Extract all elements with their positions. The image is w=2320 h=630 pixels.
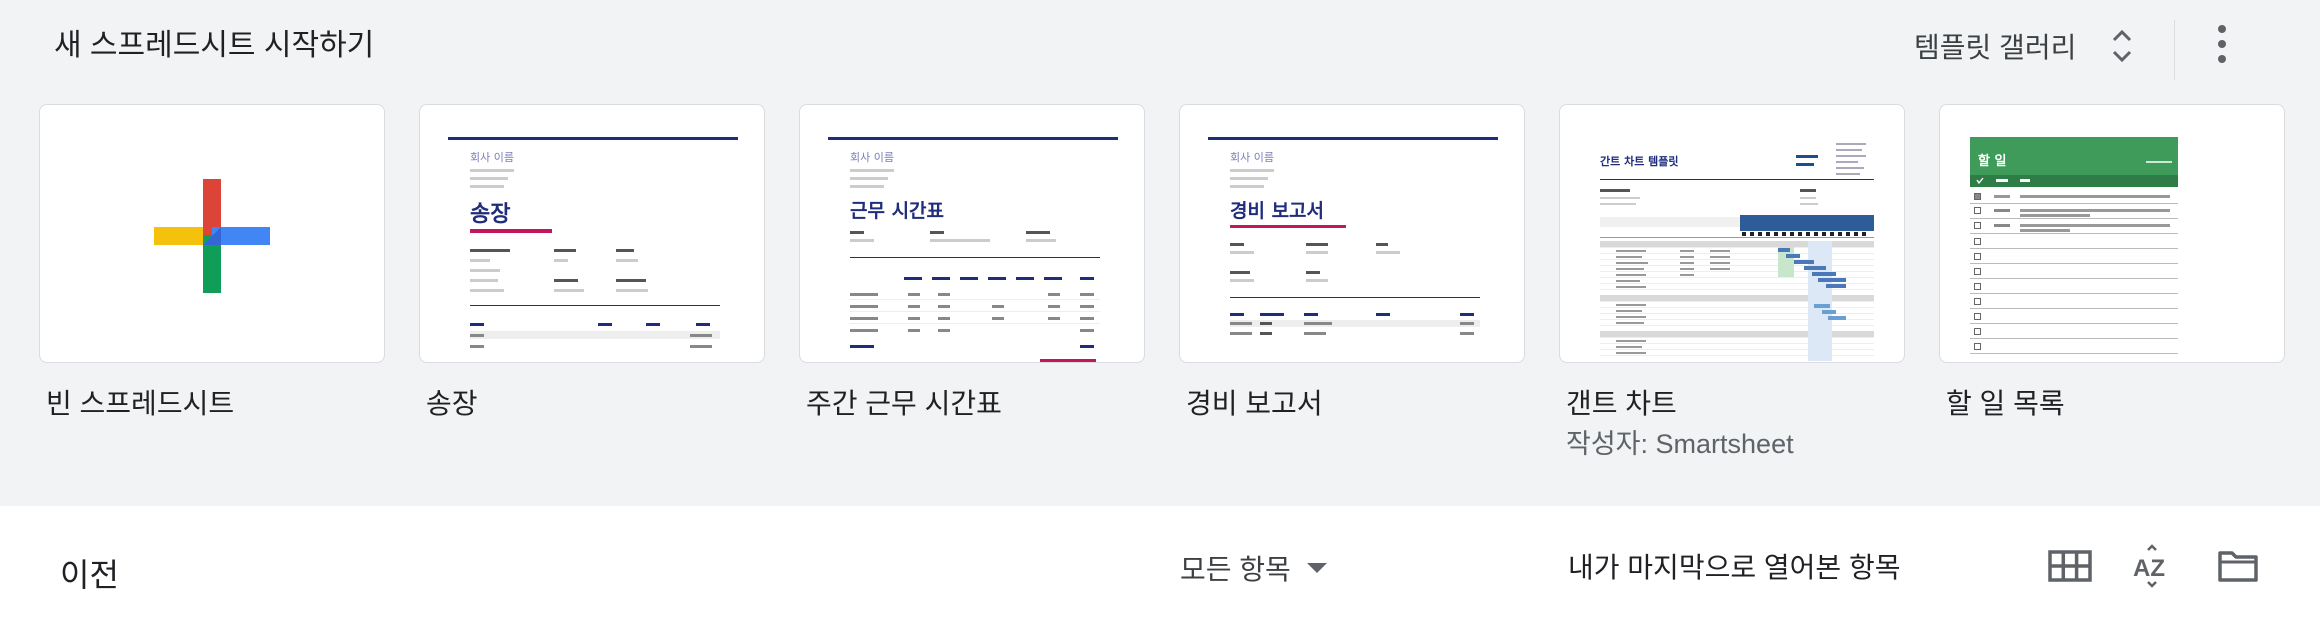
template-card-todo[interactable]: 할 일 <box>1939 104 2285 363</box>
template-label-gantt[interactable]: 갠트 차트 <box>1566 382 1677 422</box>
grid-view-icon[interactable] <box>2046 542 2094 590</box>
thumb-company: 회사 이름 <box>850 151 894 164</box>
template-gallery-label: 템플릿 갤러리 <box>1914 32 2077 63</box>
template-card-gantt[interactable]: 간트 차트 템플릿 <box>1559 104 1905 363</box>
template-gallery-button[interactable]: 템플릿 갤러리 <box>1914 20 2134 72</box>
template-card-expense[interactable]: 회사 이름 경비 보고서 <box>1179 104 1525 363</box>
thumb-timesheet-title: 근무 시간표 <box>850 200 944 222</box>
template-card-blank[interactable] <box>39 104 385 363</box>
thumb-gantt-title: 간트 차트 템플릿 <box>1600 154 1679 168</box>
dropdown-arrow-icon <box>1306 563 1327 573</box>
template-label-timesheet[interactable]: 주간 근무 시간표 <box>806 382 1002 422</box>
thumb-company: 회사 이름 <box>470 151 514 164</box>
owner-filter-dropdown[interactable]: 모든 항목 <box>1180 546 1327 590</box>
invoice-thumbnail: 회사 이름 송장 <box>448 137 738 348</box>
svg-text:AZ: AZ <box>2133 555 2165 582</box>
template-card-invoice[interactable]: 회사 이름 송장 <box>419 104 765 363</box>
template-section: 새 스프레드시트 시작하기 템플릿 갤러리 회사 이름 송장 회사 이름 근무 … <box>0 0 2320 506</box>
recent-section-title: 이전 <box>60 557 119 593</box>
timesheet-thumbnail: 회사 이름 근무 시간표 <box>828 137 1118 362</box>
section-title: 새 스프레드시트 시작하기 <box>54 29 375 62</box>
unfold-icon <box>2113 29 2132 63</box>
header-divider <box>2174 20 2175 80</box>
thumb-expense-title: 경비 보고서 <box>1230 200 1324 222</box>
thumb-company: 회사 이름 <box>1230 151 1274 164</box>
template-label-blank[interactable]: 빈 스프레드시트 <box>46 382 234 422</box>
thumb-todo-title: 할 일 <box>1978 153 2006 169</box>
template-card-timesheet[interactable]: 회사 이름 근무 시간표 <box>799 104 1145 363</box>
thumb-invoice-title: 송장 <box>470 202 510 227</box>
sort-last-opened-button[interactable]: 내가 마지막으로 열어본 항목 <box>1568 546 1900 590</box>
plus-icon <box>154 179 270 293</box>
template-author-gantt: 작성자: Smartsheet <box>1566 429 1794 459</box>
gantt-thumbnail: 간트 차트 템플릿 <box>1600 143 1874 361</box>
expense-thumbnail: 회사 이름 경비 보고서 <box>1208 137 1498 335</box>
template-label-invoice[interactable]: 송장 <box>426 382 478 422</box>
todo-thumbnail: 할 일 <box>1970 137 2178 354</box>
template-label-todo[interactable]: 할 일 목록 <box>1946 382 2065 422</box>
template-label-expense[interactable]: 경비 보고서 <box>1186 382 1323 422</box>
more-vert-icon[interactable] <box>2204 18 2240 70</box>
owner-filter-label: 모든 항목 <box>1180 554 1291 585</box>
recent-section: 이전 모든 항목 내가 마지막으로 열어본 항목 AZ <box>0 506 2320 630</box>
folder-icon[interactable] <box>2214 542 2262 590</box>
sort-az-icon[interactable]: AZ <box>2128 542 2176 590</box>
